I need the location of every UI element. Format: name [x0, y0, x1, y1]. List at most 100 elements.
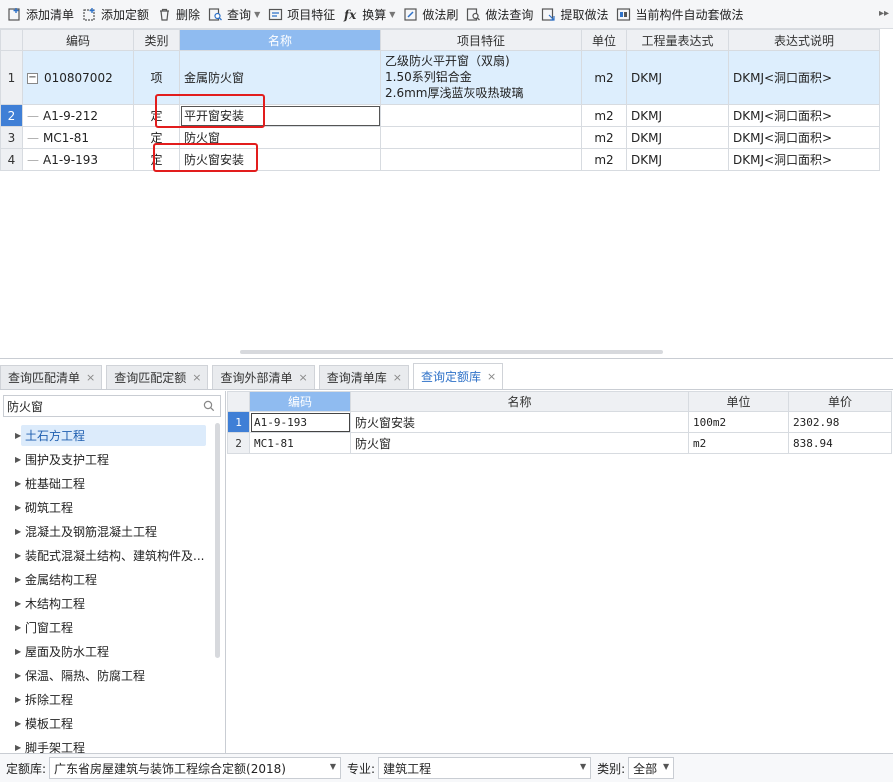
row-number[interactable]: 1 [227, 411, 250, 433]
type-cell[interactable]: 项 [133, 50, 180, 105]
col-header-unit[interactable]: 单位 [688, 391, 789, 412]
close-icon[interactable]: × [393, 371, 402, 384]
corner-cell[interactable] [227, 391, 250, 412]
chevron-down-icon[interactable]: ▼ [580, 762, 586, 771]
code-cell[interactable]: — A1-9-212 [22, 104, 134, 127]
col-header-price[interactable]: 单价 [788, 391, 892, 412]
method-query-button[interactable]: 做法查询 [463, 3, 538, 25]
price-cell[interactable]: 838.94 [788, 432, 892, 454]
col-header-unit[interactable]: 单位 [581, 29, 627, 51]
caret-right-icon[interactable]: ▶ [15, 623, 24, 632]
features-cell[interactable] [380, 148, 582, 171]
tab-match-list[interactable]: 查询匹配清单 × [0, 365, 103, 389]
tree-item[interactable]: ▶ 门窗工程 [0, 615, 214, 639]
chevron-down-icon[interactable]: ▼ [663, 762, 669, 771]
category-select[interactable]: 全部 ▼ [628, 757, 675, 779]
row-number[interactable]: 1 [0, 50, 23, 105]
query-button[interactable]: 查询 ▼ [205, 3, 265, 25]
col-header-desc[interactable]: 表达式说明 [728, 29, 880, 51]
code-cell[interactable]: A1-9-193 [249, 411, 351, 433]
add-list-button[interactable]: 添加清单 [4, 3, 79, 25]
expr-cell[interactable]: DKMJ [626, 104, 729, 127]
name-cell[interactable]: 平开窗安装 [179, 104, 381, 127]
vertical-scrollbar[interactable] [215, 423, 220, 658]
caret-right-icon[interactable]: ▶ [15, 599, 24, 608]
close-icon[interactable]: × [86, 371, 95, 384]
chevron-down-icon[interactable]: ▼ [389, 10, 395, 19]
caret-right-icon[interactable]: ▶ [15, 527, 24, 536]
tree-item[interactable]: ▶ 屋面及防水工程 [0, 639, 214, 663]
desc-cell[interactable]: DKMJ<洞口面积> [728, 126, 880, 149]
tree-item[interactable]: ▶ 砌筑工程 [0, 495, 214, 519]
chevron-down-icon[interactable]: ▼ [254, 10, 260, 19]
caret-right-icon[interactable]: ▶ [15, 743, 24, 752]
tree-item[interactable]: ▶ 脚手架工程 [0, 735, 214, 754]
caret-right-icon[interactable]: ▶ [15, 671, 24, 680]
unit-cell[interactable]: m2 [581, 126, 627, 149]
extract-button[interactable]: 提取做法 [538, 3, 613, 25]
close-icon[interactable]: × [192, 371, 201, 384]
name-cell[interactable]: 防火窗 [350, 432, 689, 454]
expr-cell[interactable]: DKMJ [626, 126, 729, 149]
tree-item[interactable]: ▶ 拆除工程 [0, 687, 214, 711]
corner-cell[interactable] [0, 29, 23, 51]
tab-match-quota[interactable]: 查询匹配定额 × [106, 365, 209, 389]
tab-external-list[interactable]: 查询外部清单 × [212, 365, 315, 389]
tree-item[interactable]: ▶ 围护及支护工程 [0, 447, 214, 471]
unit-cell[interactable]: m2 [581, 148, 627, 171]
col-header-code[interactable]: 编码 [249, 391, 351, 412]
desc-cell[interactable]: DKMJ<洞口面积> [728, 104, 880, 127]
caret-right-icon[interactable]: ▶ [15, 479, 24, 488]
tree-item[interactable]: ▶ 模板工程 [0, 711, 214, 735]
col-header-name[interactable]: 名称 [179, 29, 381, 51]
table-row[interactable]: 2 MC1-81 防火窗 m2 838.94 [227, 432, 892, 454]
row-number[interactable]: 2 [227, 432, 250, 454]
unit-cell[interactable]: m2 [581, 104, 627, 127]
search-input[interactable] [7, 399, 197, 413]
caret-right-icon[interactable]: ▶ [15, 551, 24, 560]
tree-item[interactable]: ▶ 木结构工程 [0, 591, 214, 615]
major-select[interactable]: 建筑工程 ▼ [378, 757, 592, 779]
type-cell[interactable]: 定 [133, 148, 180, 171]
tree-item[interactable]: ▶ 桩基础工程 [0, 471, 214, 495]
features-cell[interactable] [380, 104, 582, 127]
delete-button[interactable]: 删除 [154, 3, 205, 25]
tree-item[interactable]: ▶ 土石方工程 [0, 423, 214, 447]
price-cell[interactable]: 2302.98 [788, 411, 892, 433]
row-number[interactable]: 3 [0, 126, 23, 149]
unit-cell[interactable]: m2 [688, 432, 789, 454]
feature-button[interactable]: 项目特征 [265, 3, 340, 25]
caret-right-icon[interactable]: ▶ [15, 719, 24, 728]
add-quota-button[interactable]: 添加定额 [79, 3, 154, 25]
unit-cell[interactable]: m2 [581, 50, 627, 105]
col-header-name[interactable]: 名称 [350, 391, 689, 412]
type-cell[interactable]: 定 [133, 104, 180, 127]
close-icon[interactable]: × [487, 370, 496, 383]
convert-button[interactable]: fx 换算 ▼ [340, 3, 400, 25]
table-row[interactable]: 3 — MC1-81 定 防火窗 m2 DKMJ DKMJ<洞口面积> [0, 126, 880, 149]
caret-right-icon[interactable]: ▶ [15, 695, 24, 704]
search-icon[interactable] [203, 400, 215, 412]
code-cell[interactable]: — MC1-81 [22, 126, 134, 149]
tree-item[interactable]: ▶ 混凝土及钢筋混凝土工程 [0, 519, 214, 543]
name-cell[interactable]: 防火窗安装 [350, 411, 689, 433]
unit-cell[interactable]: 100m2 [688, 411, 789, 433]
collapse-icon[interactable]: − [27, 72, 38, 84]
caret-right-icon[interactable]: ▶ [15, 455, 24, 464]
type-cell[interactable]: 定 [133, 126, 180, 149]
code-cell[interactable]: −010807002 [22, 50, 134, 105]
desc-cell[interactable]: DKMJ<洞口面积> [728, 50, 880, 105]
table-row[interactable]: 4 — A1-9-193 定 防火窗安装 m2 DKMJ DKMJ<洞口面积> [0, 148, 880, 171]
brush-button[interactable]: 做法刷 [400, 3, 463, 25]
table-row[interactable]: 2 — A1-9-212 定 平开窗安装 m2 DKMJ DKMJ<洞口面积> [0, 104, 880, 127]
row-number[interactable]: 2 [0, 104, 23, 127]
name-cell[interactable]: 防火窗安装 [179, 148, 381, 171]
code-cell[interactable]: MC1-81 [249, 432, 351, 454]
col-header-type[interactable]: 类别 [133, 29, 180, 51]
features-cell[interactable] [380, 126, 582, 149]
quota-lib-select[interactable]: 广东省房屋建筑与装饰工程综合定额(2018) ▼ [49, 757, 342, 779]
tab-list-library[interactable]: 查询清单库 × [318, 365, 409, 389]
chevron-down-icon[interactable]: ▼ [330, 762, 336, 771]
tree-item[interactable]: ▶ 装配式混凝土结构、建筑构件及... [0, 543, 214, 567]
code-cell[interactable]: — A1-9-193 [22, 148, 134, 171]
